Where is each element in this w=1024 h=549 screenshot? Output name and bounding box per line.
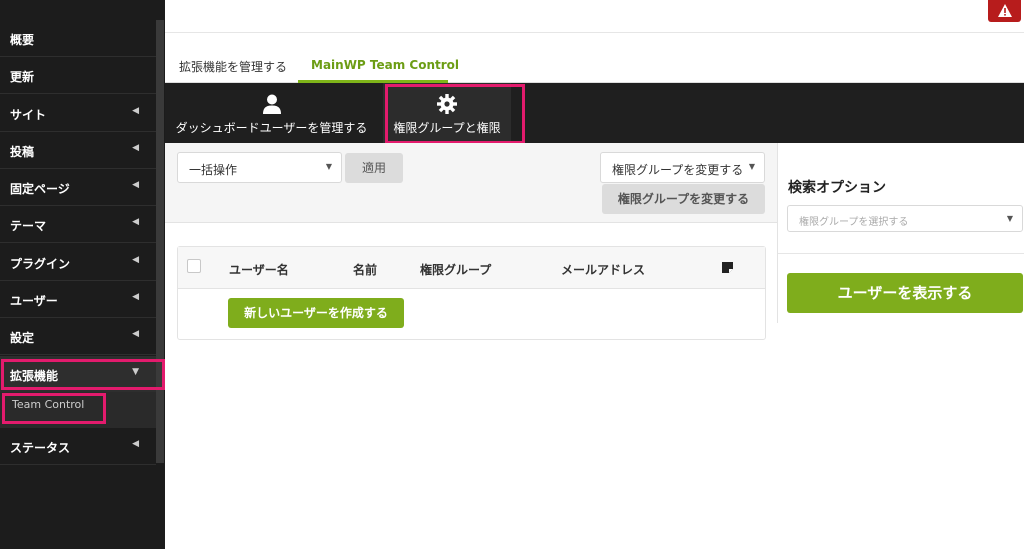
top-bar <box>165 0 1024 33</box>
submenu-item-label: Team Control <box>12 398 85 411</box>
sidebar-item-themes[interactable]: テーマ ◀ <box>0 206 156 243</box>
permission-group-select[interactable]: 権限グループを選択する ▼ <box>787 205 1023 232</box>
permission-group-placeholder: 権限グループを選択する <box>799 217 909 228</box>
sidebar-item-label: ステータス <box>10 441 71 455</box>
subnav-label: ダッシュボードユーザーを管理する <box>175 121 368 135</box>
sidebar-item-users[interactable]: ユーザー ◀ <box>0 281 156 318</box>
change-group-value: 権限グループを変更する <box>612 163 744 177</box>
select-all-checkbox[interactable] <box>187 259 201 273</box>
sidebar-item-label: テーマ <box>10 219 47 233</box>
sidebar-item-extensions[interactable]: 拡張機能 ▼ <box>0 356 156 393</box>
column-header-username[interactable]: ユーザー名 <box>229 261 289 278</box>
caret-left-icon: ◀ <box>132 439 139 449</box>
warning-triangle-icon <box>997 4 1012 17</box>
warning-icon[interactable] <box>988 0 1021 22</box>
sidebar-submenu-team-control[interactable]: Team Control <box>0 392 156 428</box>
new-user-button[interactable]: 新しいユーザーを作成する <box>228 298 404 328</box>
change-group-button[interactable]: 権限グループを変更する <box>602 184 765 214</box>
tab-bar: 拡張機能を管理する MainWP Team Control <box>165 48 1024 84</box>
caret-left-icon: ◀ <box>132 255 139 265</box>
note-icon <box>722 262 733 273</box>
sub-navigation: ダッシュボードユーザーを管理する 権限グループと権限 <box>165 83 1024 143</box>
sidebar-scrollbar[interactable] <box>156 20 164 463</box>
table-header: ユーザー名 名前 権限グループ メールアドレス <box>178 247 765 289</box>
sidebar-item-plugins[interactable]: プラグイン ◀ <box>0 244 156 281</box>
column-header-name[interactable]: 名前 <box>353 261 377 278</box>
sidebar-item-label: 投稿 <box>10 145 35 159</box>
sidebar-item-label: 拡張機能 <box>10 369 59 383</box>
sidebar-item-label: 更新 <box>10 70 35 84</box>
sidebar-item-label: プラグイン <box>10 257 71 271</box>
sidebar-item-label: ユーザー <box>10 294 58 308</box>
chevron-down-icon: ▼ <box>1006 214 1013 223</box>
column-header-email[interactable]: メールアドレス <box>561 261 645 278</box>
main-content: 一括操作 ▼ 適用 権限グループを変更する ▼ 権限グループを変更する ユーザー… <box>165 143 777 549</box>
caret-left-icon: ◀ <box>132 180 139 190</box>
caret-left-icon: ◀ <box>132 106 139 116</box>
change-group-select[interactable]: 権限グループを変更する ▼ <box>600 152 765 183</box>
sidebar-item-label: 設定 <box>10 331 35 345</box>
sidebar-item-settings[interactable]: 設定 ◀ <box>0 318 156 355</box>
gear-icon <box>437 94 457 114</box>
caret-left-icon: ◀ <box>132 329 139 339</box>
show-users-button[interactable]: ユーザーを表示する <box>787 273 1023 313</box>
caret-down-icon: ▼ <box>132 367 139 377</box>
apply-button[interactable]: 適用 <box>345 153 403 183</box>
bulk-action-select[interactable]: 一括操作 ▼ <box>177 152 342 183</box>
tab-team-control[interactable]: MainWP Team Control <box>311 58 459 72</box>
bulk-action-value: 一括操作 <box>189 163 238 177</box>
sidebar-item-status[interactable]: ステータス ◀ <box>0 428 156 465</box>
sidebar-item-updates[interactable]: 更新 <box>0 57 156 94</box>
sidebar-item-sites[interactable]: サイト ◀ <box>0 95 156 132</box>
sidebar-item-pages[interactable]: 固定ページ ◀ <box>0 169 156 206</box>
sidebar-item-posts[interactable]: 投稿 ◀ <box>0 132 156 169</box>
caret-left-icon: ◀ <box>132 292 139 302</box>
sidebar: 概要 更新 サイト ◀ 投稿 ◀ 固定ページ ◀ テーマ ◀ プラグイン ◀ ユ… <box>0 0 165 549</box>
caret-left-icon: ◀ <box>132 143 139 153</box>
user-icon <box>262 94 281 114</box>
tab-manage-extensions[interactable]: 拡張機能を管理する <box>179 58 287 75</box>
subnav-permission-groups[interactable]: 権限グループと権限 <box>383 83 511 143</box>
caret-left-icon: ◀ <box>132 217 139 227</box>
sidebar-item-label: サイト <box>10 108 47 122</box>
chevron-down-icon: ▼ <box>748 162 755 171</box>
subnav-manage-dashboard-users[interactable]: ダッシュボードユーザーを管理する <box>165 83 378 143</box>
sidebar-item-label: 概要 <box>10 33 35 47</box>
search-options-panel: 検索オプション 権限グループを選択する ▼ ユーザーを表示する <box>777 143 1024 323</box>
column-header-permission-group[interactable]: 権限グループ <box>420 261 491 278</box>
users-table: ユーザー名 名前 権限グループ メールアドレス 新しいユーザーを作成する <box>177 246 766 340</box>
search-options-title: 検索オプション <box>788 180 886 196</box>
sidebar-item-overview[interactable]: 概要 <box>0 20 156 57</box>
sidebar-item-label: 固定ページ <box>10 182 70 196</box>
chevron-down-icon: ▼ <box>325 162 332 171</box>
bulk-actions-toolbar: 一括操作 ▼ 適用 権限グループを変更する ▼ 権限グループを変更する <box>165 143 777 223</box>
panel-divider <box>778 253 1024 254</box>
subnav-label: 権限グループと権限 <box>393 121 501 135</box>
